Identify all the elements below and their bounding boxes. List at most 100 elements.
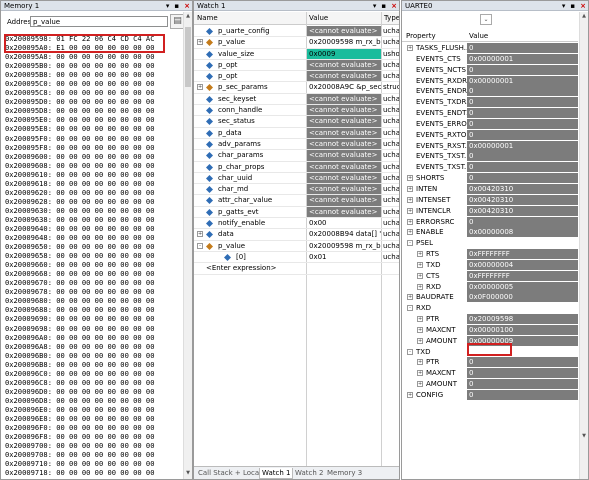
- register-value[interactable]: 0x20009598: [467, 314, 578, 325]
- watch-value[interactable]: 0x00: [307, 218, 381, 228]
- scroll-down-icon[interactable]: ▼: [184, 470, 192, 478]
- register-value[interactable]: 0: [467, 216, 578, 227]
- register-row[interactable]: EVENTS_ENDTX 0: [402, 108, 578, 119]
- register-value[interactable]: 0x00000001: [467, 75, 578, 86]
- register-value[interactable]: 0x00420310: [467, 183, 578, 194]
- expand-icon[interactable]: +: [407, 45, 413, 51]
- dropdown-icon[interactable]: ▾: [562, 1, 566, 11]
- memory-line[interactable]: 0x200096E0: 00 00 00 00 00 00 00 00: [5, 405, 154, 414]
- watch-row[interactable]: value_size 0x0009ushort: [194, 48, 399, 60]
- expand-icon[interactable]: +: [417, 359, 423, 366]
- memory-line[interactable]: 0x200096A0: 00 00 00 00 00 00 00 00: [5, 333, 154, 342]
- watch-value[interactable]: <cannot evaluate>: [307, 116, 381, 127]
- memory-line[interactable]: 0x20009630: 00 00 00 00 00 00 00 00: [5, 206, 154, 215]
- register-row[interactable]: EVENTS_RXTO 0: [402, 129, 578, 141]
- expand-icon[interactable]: +: [197, 39, 203, 46]
- memory-line[interactable]: 0x20009708: 00 00 00 00 00 00 00 00: [5, 450, 154, 459]
- expand-icon[interactable]: +: [407, 218, 413, 225]
- watch-value[interactable]: <cannot evaluate>: [307, 26, 381, 37]
- watch-row[interactable]: p_opt <cannot evaluate>uchar: [194, 59, 399, 72]
- memory-line[interactable]: 0x200095B0: 00 00 00 00 00 00 00 00: [5, 61, 154, 70]
- watch-row[interactable]: + p_value 0x20009598 m_rx_buff...uchar: [194, 37, 399, 49]
- register-value[interactable]: 0x00000001: [467, 140, 578, 151]
- memory-scrollbar[interactable]: ▲ ▼: [183, 12, 192, 479]
- memory-line[interactable]: 0x20009608: 00 00 00 00 00 00 00 00: [5, 161, 154, 170]
- register-value[interactable]: 0: [467, 64, 578, 75]
- register-value[interactable]: 0x0F000000: [467, 292, 578, 303]
- register-row[interactable]: EVENTS_TXST... 0: [402, 151, 578, 162]
- memory-line[interactable]: 0x200095B8: 00 00 00 00 00 00 00 00: [5, 70, 154, 79]
- watch-value[interactable]: [307, 263, 381, 273]
- register-row[interactable]: + INTEN 0x00420310: [402, 183, 578, 195]
- watch-row[interactable]: + data 0x20008B94 data[] ""uchar: [194, 229, 399, 241]
- expand-icon[interactable]: +: [417, 272, 423, 279]
- watch-value[interactable]: <cannot evaluate>: [307, 161, 381, 172]
- col-value-header[interactable]: Value: [469, 32, 488, 40]
- memory-line[interactable]: 0x20009660: 00 00 00 00 00 00 00 00: [5, 260, 154, 269]
- expand-icon[interactable]: +: [407, 175, 413, 182]
- register-row[interactable]: - PSEL: [402, 238, 578, 249]
- expand-icon[interactable]: +: [417, 316, 423, 323]
- collapse-icon[interactable]: -: [197, 242, 203, 249]
- expand-icon[interactable]: +: [407, 229, 413, 236]
- expand-icon[interactable]: +: [417, 261, 423, 268]
- memory-line[interactable]: 0x20009658: 00 00 00 00 00 00 00 00: [5, 251, 154, 260]
- register-row[interactable]: + TXD 0x00000004: [402, 259, 578, 271]
- register-value[interactable]: 0: [467, 173, 578, 184]
- register-row[interactable]: EVENTS_ERROR 0: [402, 118, 578, 130]
- expand-icon[interactable]: +: [407, 196, 413, 203]
- memory-line[interactable]: 0x200096F0: 00 00 00 00 00 00 00 00: [5, 423, 154, 432]
- register-value[interactable]: 0: [467, 151, 578, 162]
- register-value[interactable]: 0x00420310: [467, 194, 578, 205]
- scroll-up-icon[interactable]: ▲: [184, 13, 192, 21]
- pin-icon[interactable]: ▪: [570, 1, 575, 11]
- register-row[interactable]: + MAXCNT 0x00000100: [402, 324, 578, 336]
- watch-value[interactable]: 0x01: [307, 252, 381, 262]
- memory-line[interactable]: 0x200095C0: 00 00 00 00 00 00 00 00: [5, 79, 154, 88]
- memory-line[interactable]: 0x200095F0: 00 00 00 00 00 00 00 00: [5, 134, 154, 143]
- memory-line[interactable]: 0x20009620: 00 00 00 00 00 00 00 00: [5, 188, 154, 197]
- register-row[interactable]: + RXD 0x00000005: [402, 281, 578, 293]
- register-row[interactable]: + ERRORSRC 0: [402, 216, 578, 228]
- memory-line[interactable]: 0x200095A8: 00 00 00 00 00 00 00 00: [5, 52, 154, 61]
- memory-line[interactable]: 0x20009650: 00 00 00 00 00 00 00 00: [5, 242, 154, 251]
- watch-row[interactable]: p_data <cannot evaluate>uchar: [194, 127, 399, 139]
- register-row[interactable]: + INTENSET 0x00420310: [402, 194, 578, 206]
- watch-value[interactable]: <cannot evaluate>: [307, 138, 381, 150]
- watch-row[interactable]: conn_handle <cannot evaluate>uchar: [194, 105, 399, 117]
- register-row[interactable]: - RXD: [402, 303, 578, 314]
- address-input[interactable]: p_value: [30, 16, 168, 27]
- expand-icon[interactable]: +: [407, 294, 413, 301]
- tab-call-stack-locals[interactable]: Call Stack + Locals: [196, 468, 267, 479]
- register-value[interactable]: [467, 238, 578, 248]
- memory-line[interactable]: 0x20009668: 00 00 00 00 00 00 00 00: [5, 269, 154, 278]
- memory-line[interactable]: 0x200095C8: 00 00 00 00 00 00 00 00: [5, 88, 154, 97]
- memory-line[interactable]: 0x200096D8: 00 00 00 00 00 00 00 00: [5, 396, 154, 405]
- memory-line[interactable]: 0x20009610: 00 00 00 00 00 00 00 00: [5, 170, 154, 179]
- memory-line[interactable]: 0x20009700: 00 00 00 00 00 00 00 00: [5, 441, 154, 450]
- col-value-header[interactable]: Value: [309, 14, 328, 22]
- register-row[interactable]: + AMOUNT 0: [402, 379, 578, 390]
- register-value[interactable]: 0: [467, 118, 578, 129]
- memory-line[interactable]: 0x200096A8: 00 00 00 00 00 00 00 00: [5, 342, 154, 351]
- watch-value[interactable]: <cannot evaluate>: [307, 150, 381, 161]
- register-row[interactable]: EVENTS_NCTS 0: [402, 64, 578, 76]
- watch-row[interactable]: p_opt <cannot evaluate>uchar: [194, 71, 399, 83]
- col-property-header[interactable]: Property: [406, 32, 436, 40]
- watch-value[interactable]: <cannot evaluate>: [307, 93, 381, 105]
- watch-row[interactable]: sec_status <cannot evaluate>uchar: [194, 116, 399, 128]
- register-value[interactable]: 0: [467, 108, 578, 119]
- expand-icon[interactable]: +: [417, 283, 423, 290]
- watch-value[interactable]: 0x20008B94 data[] "": [307, 229, 381, 239]
- chevron-down-icon[interactable]: ⌄: [480, 14, 492, 25]
- tab-watch-1[interactable]: Watch 1: [259, 468, 294, 479]
- register-value[interactable]: 0: [467, 357, 578, 368]
- memory-line[interactable]: 0x20009718: 00 00 00 00 00 00 00 00: [5, 468, 154, 477]
- expand-icon[interactable]: +: [407, 392, 413, 398]
- memory-line[interactable]: 0x20009670: 00 00 00 00 00 00 00 00: [5, 278, 154, 287]
- register-value[interactable]: 0x00000004: [467, 259, 578, 270]
- memory-line[interactable]: 0x20009680: 00 00 00 00 00 00 00 00: [5, 296, 154, 305]
- collapse-icon[interactable]: -: [407, 348, 413, 355]
- register-value[interactable]: 0: [467, 368, 578, 379]
- register-value[interactable]: 0xFFFFFFFF: [467, 270, 578, 281]
